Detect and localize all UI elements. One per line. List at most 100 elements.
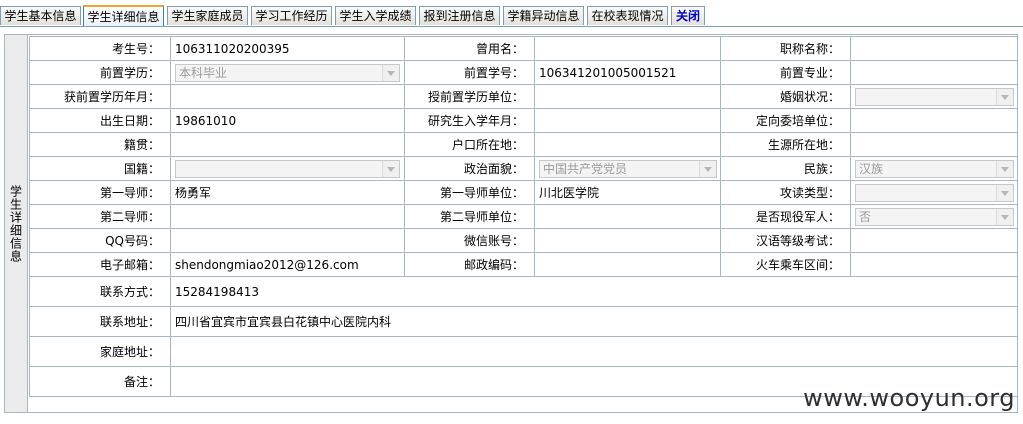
form-row: 前置学历： 本科毕业 前置学号： 106341201005001521 前置专业… xyxy=(29,60,1018,85)
chevron-down-icon[interactable] xyxy=(382,64,399,81)
contact-value: 15284198413 xyxy=(170,276,1018,307)
ethnicity-label: 民族： xyxy=(720,156,851,181)
chevron-down-icon[interactable] xyxy=(996,208,1013,225)
chevron-down-icon[interactable] xyxy=(996,88,1013,105)
birth-date-value: 19861010 xyxy=(170,108,405,133)
advisor2-unit-label: 第二导师单位： xyxy=(404,204,535,229)
political-cell: 中国共产党党员 xyxy=(534,156,721,181)
form-row: 出生日期： 19861010 研究生入学年月： 定向委培单位： xyxy=(29,108,1018,133)
prev-degree-date-value xyxy=(170,84,405,109)
chevron-down-icon[interactable] xyxy=(996,160,1013,177)
tab-detail-info[interactable]: 学生详细信息 xyxy=(83,5,164,26)
qq-label: QQ号码： xyxy=(29,228,171,253)
form-row: QQ号码： 微信账号： 汉语等级考试： xyxy=(29,228,1018,253)
tab-status-change[interactable]: 学籍异动信息 xyxy=(503,6,584,25)
advisor1-label: 第一导师： xyxy=(29,180,171,205)
advisor1-value: 杨勇军 xyxy=(170,180,405,205)
grad-entry-label: 研究生入学年月： xyxy=(404,108,535,133)
wechat-value xyxy=(534,228,721,253)
marital-select[interactable] xyxy=(855,87,1014,106)
tab-basic-info[interactable]: 学生基本信息 xyxy=(0,6,81,25)
native-place-value xyxy=(170,132,405,157)
train-label: 火车乘车区间： xyxy=(720,252,851,277)
advisor2-label: 第二导师： xyxy=(29,204,171,229)
chevron-down-icon[interactable] xyxy=(996,184,1013,201)
study-type-label: 攻读类型： xyxy=(720,180,851,205)
form-row: 联系方式： 15284198413 xyxy=(29,276,1018,307)
email-value: shendongmiao2012@126.com xyxy=(170,252,405,277)
prev-degree-unit-label: 授前置学历单位： xyxy=(404,84,535,109)
nationality-label: 国籍： xyxy=(29,156,171,181)
address-value: 四川省宜宾市宜宾县白花镇中心医院内科 xyxy=(170,306,1018,337)
section-title: 学生详细信息 xyxy=(8,184,23,263)
qq-value xyxy=(170,228,405,253)
hsk-label: 汉语等级考试： xyxy=(720,228,851,253)
detail-form-table: 考生号： 106311020200395 曾用名： 职称名称： 前置学历： 本科… xyxy=(29,36,1018,397)
form-row: 家庭地址： xyxy=(29,336,1018,367)
form-row: 第二导师： 第二导师单位： 是否现役军人： 否 xyxy=(29,204,1018,229)
form-row: 国籍： 政治面貌： 中国共产党党员 民族： 汉族 xyxy=(29,156,1018,181)
prev-degree-no-value: 106341201005001521 xyxy=(534,60,721,85)
exam-no-label: 考生号： xyxy=(29,36,171,61)
birth-date-label: 出生日期： xyxy=(29,108,171,133)
military-select-value: 否 xyxy=(859,209,872,224)
marital-label: 婚姻状况： xyxy=(720,84,851,109)
study-type-cell xyxy=(850,180,1018,205)
origin-label: 生源所在地： xyxy=(720,132,851,157)
form-row: 联系地址： 四川省宜宾市宜宾县白花镇中心医院内科 xyxy=(29,306,1018,337)
hukou-value xyxy=(534,132,721,157)
ethnicity-select[interactable]: 汉族 xyxy=(855,159,1014,178)
tab-entrance-scores[interactable]: 学生入学成绩 xyxy=(335,6,416,25)
home-address-value xyxy=(170,336,1018,367)
email-label: 电子邮箱： xyxy=(29,252,171,277)
prev-degree-no-label: 前置学号： xyxy=(404,60,535,85)
advisor2-unit-value xyxy=(534,204,721,229)
military-select[interactable]: 否 xyxy=(855,207,1014,226)
prev-degree-unit-value xyxy=(534,84,721,109)
prev-major-value xyxy=(850,60,1018,85)
chevron-down-icon[interactable] xyxy=(699,160,716,177)
nationality-select[interactable] xyxy=(175,159,400,178)
form-row: 考生号： 106311020200395 曾用名： 职称名称： xyxy=(29,36,1018,61)
remarks-label: 备注： xyxy=(29,366,171,397)
prev-degree-date-label: 获前置学历年月： xyxy=(29,84,171,109)
advisor2-value xyxy=(170,204,405,229)
section-side-label: 学生详细信息 xyxy=(5,35,28,412)
military-label: 是否现役军人： xyxy=(720,204,851,229)
former-name-value xyxy=(534,36,721,61)
watermark: www.wooyun.org xyxy=(803,384,1015,412)
prev-degree-cell: 本科毕业 xyxy=(170,60,405,85)
hsk-value xyxy=(850,228,1018,253)
tab-divider xyxy=(0,26,1023,27)
directed-unit-value xyxy=(850,108,1018,133)
address-label: 联系地址： xyxy=(29,306,171,337)
job-title-value xyxy=(850,36,1018,61)
political-select[interactable]: 中国共产党党员 xyxy=(539,159,717,178)
prev-major-label: 前置专业： xyxy=(720,60,851,85)
detail-panel: 学生详细信息 考生号： 106311020200395 曾用名： 职称名称： 前… xyxy=(4,34,1018,413)
hukou-label: 户口所在地： xyxy=(404,132,535,157)
form-row: 电子邮箱： shendongmiao2012@126.com 邮政编码： 火车乘… xyxy=(29,252,1018,277)
political-label: 政治面貌： xyxy=(404,156,535,181)
tab-family-members[interactable]: 学生家庭成员 xyxy=(167,6,248,25)
military-cell: 否 xyxy=(850,204,1018,229)
form-row: 第一导师： 杨勇军 第一导师单位： 川北医学院 攻读类型： xyxy=(29,180,1018,205)
form-row: 获前置学历年月： 授前置学历单位： 婚姻状况： xyxy=(29,84,1018,109)
advisor1-unit-value: 川北医学院 xyxy=(534,180,721,205)
home-address-label: 家庭地址： xyxy=(29,336,171,367)
tab-school-performance[interactable]: 在校表现情况 xyxy=(587,6,668,25)
study-type-select[interactable] xyxy=(855,183,1014,202)
political-select-value: 中国共产党党员 xyxy=(543,161,628,176)
origin-value xyxy=(850,132,1018,157)
train-value xyxy=(850,252,1018,277)
directed-unit-label: 定向委培单位： xyxy=(720,108,851,133)
advisor1-unit-label: 第一导师单位： xyxy=(404,180,535,205)
wechat-label: 微信账号： xyxy=(404,228,535,253)
chevron-down-icon[interactable] xyxy=(382,160,399,177)
tab-study-work-history[interactable]: 学习工作经历 xyxy=(251,6,332,25)
ethnicity-select-value: 汉族 xyxy=(859,161,884,176)
postcode-label: 邮政编码： xyxy=(404,252,535,277)
prev-degree-select[interactable]: 本科毕业 xyxy=(175,63,400,82)
tab-close[interactable]: 关闭 xyxy=(671,6,705,25)
tab-registration-info[interactable]: 报到注册信息 xyxy=(419,6,500,25)
